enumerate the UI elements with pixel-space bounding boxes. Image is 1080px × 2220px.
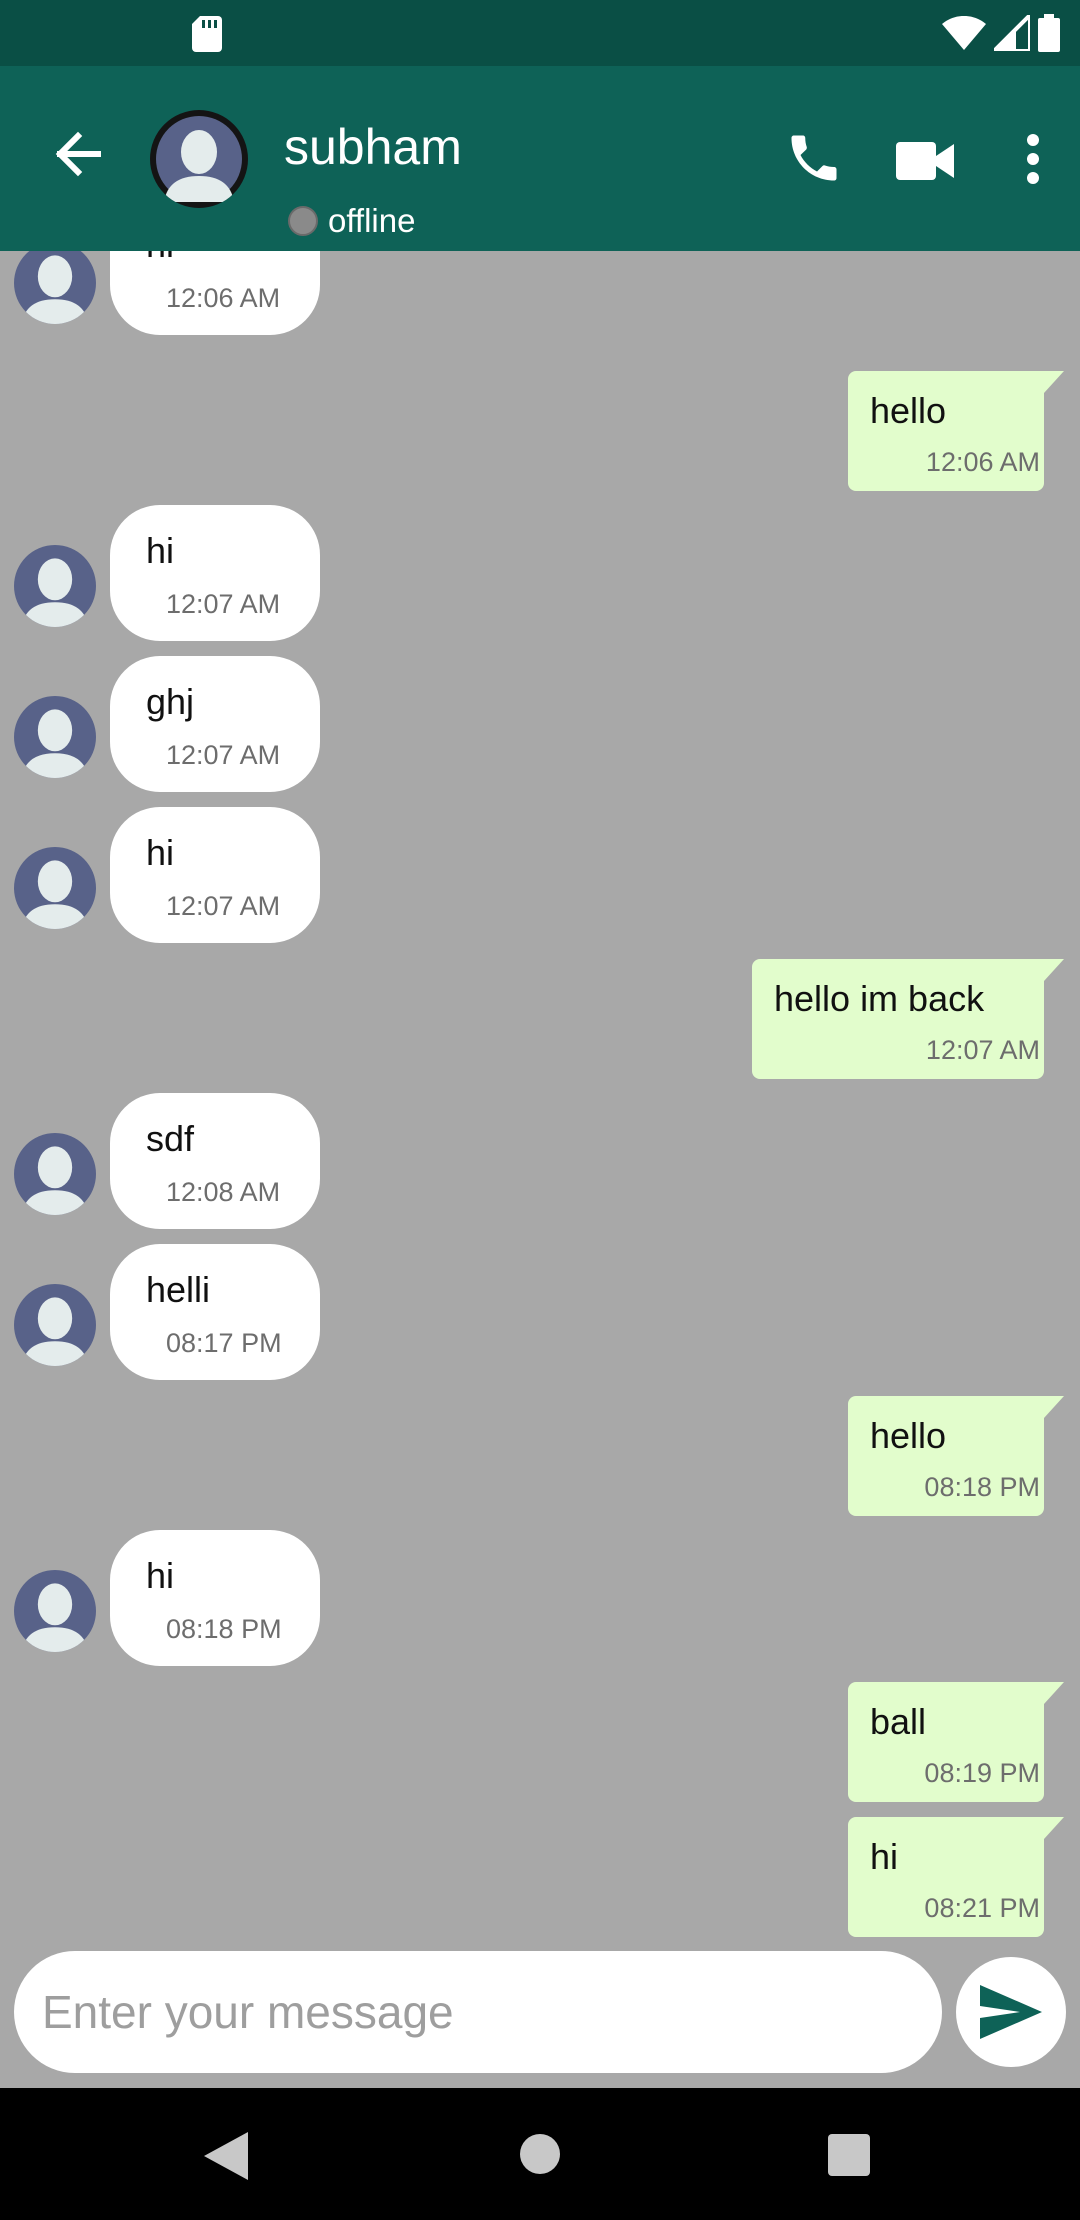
sender-avatar	[14, 696, 96, 778]
sender-avatar	[14, 1284, 96, 1366]
message-bubble[interactable]: hi 08:18 PM	[110, 1530, 320, 1666]
message-text: hi	[146, 1555, 175, 1596]
presence-status: offline	[288, 204, 415, 237]
message-text: hello	[870, 390, 947, 431]
message-incoming: sdf 12:08 AM	[0, 1093, 1080, 1229]
send-button[interactable]	[956, 1957, 1066, 2067]
message-time: 08:18 PM	[924, 1472, 1040, 1502]
sender-avatar	[14, 1570, 96, 1652]
message-time: 12:07 AM	[166, 589, 281, 619]
message-text: hi	[870, 1836, 899, 1877]
sender-avatar	[14, 251, 96, 324]
message-outgoing[interactable]: hello 08:18 PM	[848, 1396, 1064, 1516]
message-incoming: ghj 12:07 AM	[0, 656, 1080, 792]
message-composer	[14, 1951, 942, 2073]
message-bubble[interactable]: helli 08:17 PM	[110, 1244, 320, 1380]
person-icon	[21, 1583, 89, 1652]
back-arrow-icon	[55, 131, 101, 177]
message-incoming: hi 12:06 AM	[0, 251, 1080, 335]
chat-screen: subham offline hi 12:06 AM hel	[0, 0, 1080, 2220]
message-text: sdf	[146, 1118, 195, 1159]
message-bubble[interactable]: hi 12:07 AM	[110, 505, 320, 641]
message-outgoing[interactable]: hello 12:06 AM	[848, 371, 1064, 491]
person-icon	[21, 558, 89, 627]
voice-call-button[interactable]	[784, 128, 850, 194]
presence-dot-icon	[288, 205, 318, 236]
sender-avatar	[14, 1133, 96, 1215]
battery-icon	[1038, 14, 1060, 57]
system-nav-bar	[0, 2088, 1080, 2220]
message-bubble[interactable]: hi 12:07 AM	[110, 807, 320, 943]
status-bar	[0, 0, 1080, 66]
contact-avatar[interactable]	[150, 110, 248, 208]
message-bubble[interactable]: ghj 12:07 AM	[110, 656, 320, 792]
message-time: 12:06 AM	[166, 283, 281, 313]
message-text: ghj	[146, 681, 195, 722]
person-icon	[21, 255, 89, 324]
message-time: 08:18 PM	[166, 1614, 282, 1644]
message-list[interactable]: hi 12:06 AM hello 12:06 AM hi 12:07 AM	[0, 251, 1080, 1946]
message-time: 08:17 PM	[166, 1328, 282, 1358]
message-text: hi	[146, 251, 174, 263]
video-camera-icon	[896, 142, 954, 180]
message-incoming: hi 08:18 PM	[0, 1530, 1080, 1666]
message-text: hello im back	[774, 978, 985, 1019]
nav-recents-icon[interactable]	[828, 2134, 870, 2176]
message-text: helli	[146, 1269, 211, 1310]
message-input[interactable]	[42, 1951, 912, 2073]
message-time: 12:07 AM	[925, 1035, 1040, 1065]
send-icon	[980, 1985, 1042, 2039]
message-time: 12:07 AM	[166, 740, 281, 770]
wifi-icon	[942, 15, 986, 55]
status-text: offline	[328, 202, 416, 239]
nav-home-icon[interactable]	[520, 2134, 560, 2174]
sender-avatar	[14, 545, 96, 627]
message-outgoing[interactable]: hello im back 12:07 AM	[752, 959, 1064, 1079]
person-icon	[21, 1297, 89, 1366]
message-time: 12:06 AM	[925, 447, 1040, 477]
message-time: 08:21 PM	[924, 1893, 1040, 1923]
sender-avatar	[14, 847, 96, 929]
message-time: 12:07 AM	[166, 891, 281, 921]
message-incoming: helli 08:17 PM	[0, 1244, 1080, 1380]
message-outgoing[interactable]: hi 08:21 PM	[848, 1817, 1064, 1937]
contact-name[interactable]: subham	[284, 122, 462, 172]
message-incoming: hi 12:07 AM	[0, 807, 1080, 943]
message-text: ball	[870, 1701, 927, 1742]
sd-card-icon	[192, 16, 222, 57]
person-icon	[21, 860, 89, 929]
phone-icon	[791, 135, 837, 181]
video-call-button[interactable]	[896, 136, 956, 186]
nav-back-icon[interactable]	[204, 2132, 248, 2185]
more-options-button[interactable]	[1016, 126, 1050, 192]
app-bar: subham offline	[0, 66, 1080, 251]
back-button[interactable]	[48, 124, 108, 184]
message-text: hello	[870, 1415, 947, 1456]
message-time: 12:08 AM	[166, 1177, 281, 1207]
message-text: hi	[146, 832, 175, 873]
message-bubble[interactable]: sdf 12:08 AM	[110, 1093, 320, 1229]
message-incoming: hi 12:07 AM	[0, 505, 1080, 641]
person-icon	[21, 709, 89, 778]
more-vert-icon	[1027, 134, 1039, 184]
message-bubble[interactable]: hi 12:06 AM	[110, 251, 320, 335]
message-time: 08:19 PM	[924, 1758, 1040, 1788]
person-icon	[21, 1146, 89, 1215]
signal-icon	[989, 10, 1032, 56]
message-outgoing[interactable]: ball 08:19 PM	[848, 1682, 1064, 1802]
message-text: hi	[146, 530, 175, 571]
